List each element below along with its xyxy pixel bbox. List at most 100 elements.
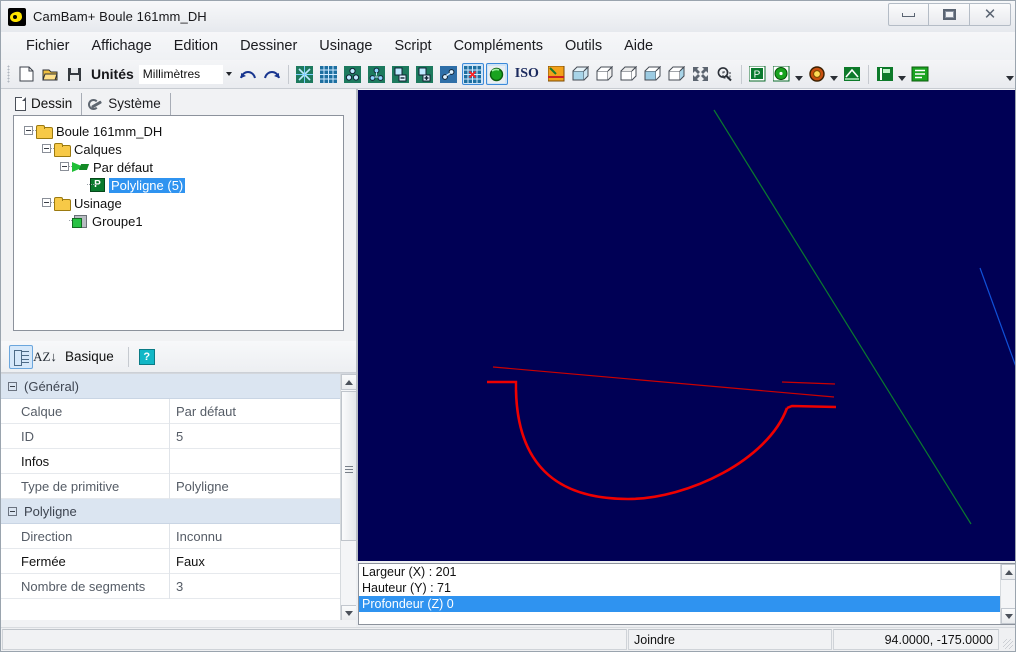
menu-edition[interactable]: Edition: [163, 35, 229, 57]
tab-dessin[interactable]: Dessin: [9, 93, 83, 115]
open-file-icon[interactable]: [39, 63, 61, 85]
tree-item-calques-label: Calques: [74, 141, 122, 157]
info-panel[interactable]: Largeur (X) : 201 Hauteur (Y) : 71 Profo…: [358, 563, 1015, 625]
tree-item-usinage[interactable]: Usinage: [18, 194, 343, 212]
tree-item-project[interactable]: Boule 161mm_DH: [18, 122, 343, 140]
toolbar-overflow-1[interactable]: [794, 63, 805, 85]
menu-fichier[interactable]: Fichier: [15, 35, 81, 57]
property-grid-scrollbar[interactable]: [340, 374, 356, 620]
points-icon[interactable]: [342, 63, 364, 85]
tree-expander-calques[interactable]: [40, 140, 63, 158]
property-row-fermee[interactable]: Fermée Faux: [1, 548, 356, 574]
property-row-direction[interactable]: Direction Inconnu: [1, 523, 356, 549]
tree-item-polyligne[interactable]: P Polyligne (5): [18, 176, 343, 194]
iso-view-label[interactable]: ISO: [515, 66, 539, 82]
alphabetical-sort-icon[interactable]: A​Z↓: [33, 345, 57, 369]
property-value-direction[interactable]: Inconnu: [169, 523, 356, 549]
info-line-hauteur[interactable]: Hauteur (Y) : 71: [359, 580, 1015, 596]
toolbar-overflow-2[interactable]: [829, 63, 840, 85]
view-box5-icon[interactable]: [666, 63, 688, 85]
scroll-up-button[interactable]: [341, 374, 356, 390]
property-value-type-primitive[interactable]: Polyligne: [169, 473, 356, 499]
menu-aide[interactable]: Aide: [613, 35, 664, 57]
property-row-infos[interactable]: Infos: [1, 448, 356, 474]
toolbar-grip[interactable]: [7, 65, 10, 83]
zoom-fit-icon[interactable]: [690, 63, 712, 85]
property-row-type-primitive[interactable]: Type de primitive Polyligne: [1, 473, 356, 499]
units-dropdown-arrow[interactable]: [223, 65, 236, 84]
tree-item-groupe1[interactable]: Groupe1: [18, 212, 343, 230]
tree-item-par-defaut[interactable]: Par défaut: [18, 158, 343, 176]
window-controls: ✕: [888, 3, 1011, 26]
menu-script[interactable]: Script: [383, 35, 442, 57]
property-value-fermee[interactable]: Faux: [169, 548, 356, 574]
scroll-down-button[interactable]: [1001, 608, 1015, 624]
property-row-id[interactable]: ID 5: [1, 423, 356, 449]
tree-expander-par-defaut[interactable]: [58, 158, 81, 176]
property-category-general[interactable]: (Général): [1, 374, 356, 399]
categorized-view-icon[interactable]: [9, 344, 33, 369]
resize-grip[interactable]: [999, 628, 1015, 651]
property-value-infos[interactable]: [169, 448, 356, 474]
polyline-icon[interactable]: P: [747, 63, 769, 85]
toolpath-icon[interactable]: [874, 63, 896, 85]
points-move-icon[interactable]: [438, 63, 460, 85]
points-minus-icon[interactable]: [390, 63, 412, 85]
info-line-largeur[interactable]: Largeur (X) : 201: [359, 564, 1015, 580]
list-icon[interactable]: [909, 63, 931, 85]
category-expander-icon[interactable]: [8, 381, 17, 391]
close-button[interactable]: ✕: [970, 3, 1011, 26]
scroll-thumb[interactable]: [341, 391, 356, 541]
scroll-down-button[interactable]: [341, 605, 356, 620]
menu-usinage[interactable]: Usinage: [308, 35, 383, 57]
save-file-icon[interactable]: [63, 63, 85, 85]
profile-icon[interactable]: [841, 63, 863, 85]
tree-expander-usinage[interactable]: [40, 194, 63, 212]
cad-viewport[interactable]: [358, 90, 1015, 561]
property-row-calque[interactable]: Calque Par défaut: [1, 398, 356, 424]
project-tree[interactable]: Boule 161mm_DH Calques Par défaut P Poly…: [13, 115, 344, 331]
tab-systeme[interactable]: Système: [82, 93, 171, 115]
menu-affichage[interactable]: Affichage: [81, 35, 163, 57]
points-group-icon[interactable]: [366, 63, 388, 85]
minimize-button[interactable]: [888, 3, 929, 26]
undo-icon[interactable]: [237, 63, 259, 85]
object-snap-icon[interactable]: [485, 63, 508, 85]
info-panel-scrollbar[interactable]: [1000, 564, 1015, 624]
grid-snap-icon[interactable]: [461, 63, 484, 85]
property-value-calque[interactable]: Par défaut: [169, 398, 356, 424]
view-box2-icon[interactable]: [594, 63, 616, 85]
units-combo[interactable]: Millimètres: [138, 64, 223, 84]
tree-expander-project[interactable]: [22, 122, 45, 140]
view-box3-icon[interactable]: [618, 63, 640, 85]
circle-icon[interactable]: [771, 63, 793, 85]
view-box1-icon[interactable]: [570, 63, 592, 85]
property-mode-label[interactable]: Basique: [65, 349, 114, 364]
category-expander-icon[interactable]: [8, 506, 17, 516]
property-value-id[interactable]: 5: [169, 423, 356, 449]
toolbar-overflow-4[interactable]: [1004, 63, 1015, 85]
grid-icon[interactable]: [318, 63, 340, 85]
new-file-icon[interactable]: [15, 63, 37, 85]
toolbar-overflow-3[interactable]: [897, 63, 908, 85]
maximize-button[interactable]: [929, 3, 970, 26]
snap-icon[interactable]: [294, 63, 316, 85]
property-value-nombre-segments[interactable]: 3: [169, 573, 356, 599]
help-icon[interactable]: ?: [135, 345, 159, 369]
points-plus-icon[interactable]: [414, 63, 436, 85]
menu-dessiner[interactable]: Dessiner: [229, 35, 308, 57]
info-line-profondeur[interactable]: Profondeur (Z) 0: [359, 596, 1015, 612]
tree-item-calques[interactable]: Calques: [18, 140, 343, 158]
menu-complements[interactable]: Compléments: [443, 35, 554, 57]
property-category-polyligne[interactable]: Polyligne: [1, 499, 356, 524]
property-grid[interactable]: (Général) Calque Par défaut ID 5 Infos T…: [1, 373, 356, 620]
view-xy-icon[interactable]: [546, 63, 568, 85]
zoom-window-icon[interactable]: [714, 63, 736, 85]
redo-icon[interactable]: [261, 63, 283, 85]
layer-icon: [72, 161, 89, 174]
machining-icon[interactable]: [806, 63, 828, 85]
property-row-nombre-segments[interactable]: Nombre de segments 3: [1, 573, 356, 599]
menu-outils[interactable]: Outils: [554, 35, 613, 57]
view-box4-icon[interactable]: [642, 63, 664, 85]
scroll-up-button[interactable]: [1001, 564, 1015, 580]
